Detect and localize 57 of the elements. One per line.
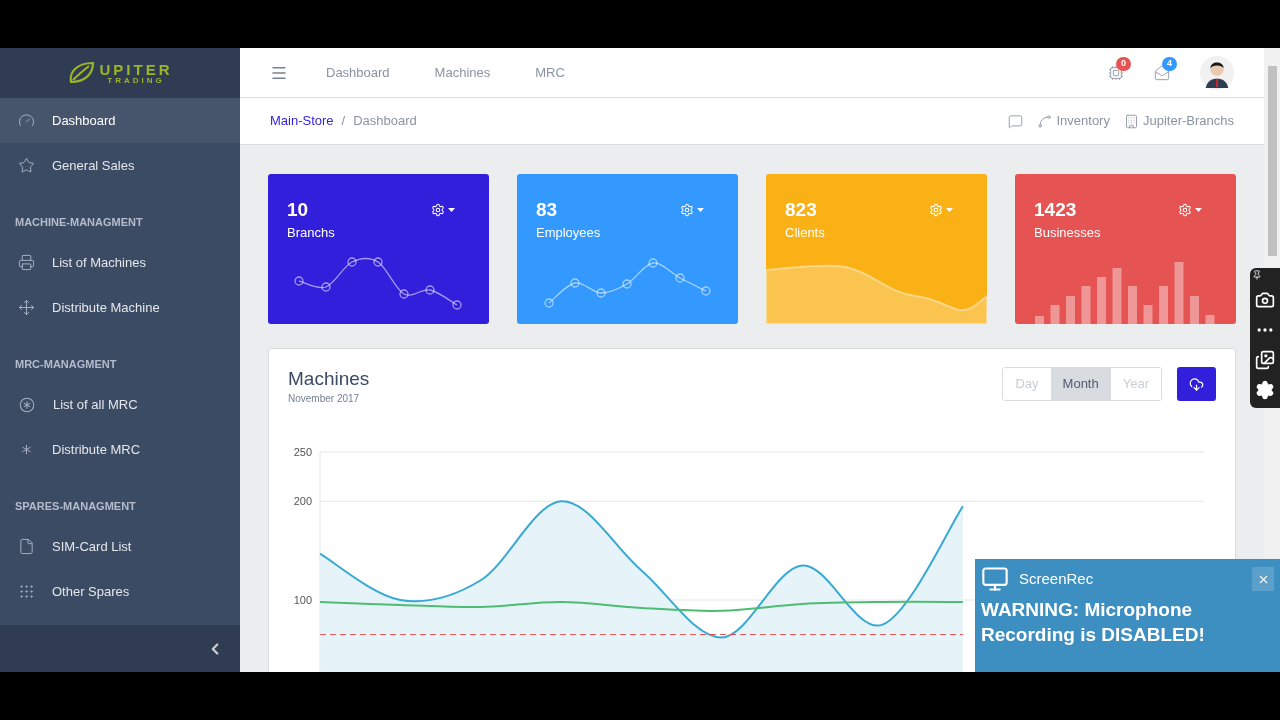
stat-value: 1423: [1034, 198, 1078, 222]
sidebar-item[interactable]: General Sales: [0, 143, 240, 188]
stat-label: Clients: [785, 224, 825, 242]
caret-icon: [448, 208, 455, 212]
avatar[interactable]: [1200, 55, 1234, 90]
logo-text: UPITER: [99, 61, 173, 77]
logo-subtitle: TRADING: [107, 76, 165, 85]
circle-asterisk-icon: [18, 395, 36, 414]
count-badge: 4: [1162, 56, 1177, 71]
caret-icon: [1195, 208, 1202, 212]
breadcrumb-separator: /: [341, 112, 346, 131]
dots-grid-icon: [18, 583, 35, 600]
cloud-download-icon: [1189, 376, 1204, 392]
graph-icon: [1037, 113, 1053, 129]
sidebar-item[interactable]: SIM-Card List: [0, 524, 240, 569]
card-title: Machines: [288, 367, 370, 391]
pin-icon[interactable]: [1252, 270, 1262, 280]
camera-icon[interactable]: [1255, 290, 1275, 310]
sidebar-item[interactable]: Other Spares: [0, 569, 240, 614]
y-tick-label: 200: [293, 495, 312, 508]
close-button[interactable]: [1252, 567, 1274, 591]
stat-label: Businesses: [1034, 224, 1101, 242]
stat-label: Branchs: [287, 224, 335, 242]
section-heading: SPARES-MANAGMENT: [15, 498, 136, 514]
caret-icon: [697, 208, 704, 212]
y-tick-label: 100: [293, 594, 312, 606]
printer-icon: [18, 254, 35, 271]
sidebar-item[interactable]: List of all MRC: [0, 382, 240, 427]
stat-label: Employees: [536, 224, 601, 242]
stat-value: 83: [536, 198, 559, 222]
sidebar-item[interactable]: List of Machines: [0, 240, 240, 285]
card-subtitle: November 2017: [288, 392, 361, 406]
gauge-icon: [18, 112, 35, 129]
monitor-icon: [981, 565, 1009, 593]
building-icon: [1123, 113, 1139, 129]
file-icon: [18, 538, 35, 555]
download-button[interactable]: [1177, 367, 1216, 401]
stat-value: 10: [287, 198, 310, 222]
breadcrumb-link[interactable]: Main-Store: [270, 111, 334, 131]
section-heading: MACHINE-MANAGMENT: [15, 214, 143, 230]
images-icon[interactable]: [1255, 350, 1275, 370]
caret-icon: [946, 208, 953, 212]
count-badge: 0: [1116, 56, 1131, 71]
section-heading: MRC-MANAGMENT: [15, 356, 117, 372]
sidebar-item[interactable]: Distribute MRC: [0, 427, 240, 472]
mail-icon[interactable]: [1154, 64, 1170, 81]
star-icon: [18, 157, 35, 174]
move-arrows-icon: [18, 299, 35, 316]
sidebar-item[interactable]: Dashboard: [0, 98, 240, 143]
warning-message: WARNING: Microphone Recording is DISABLED!: [981, 598, 1206, 647]
sidebar-item[interactable]: Distribute Machine: [0, 285, 240, 330]
breadcrumb-current: Dashboard: [353, 112, 417, 131]
period-tab[interactable]: Month: [1050, 368, 1111, 400]
stat-value: 823: [785, 198, 818, 222]
chip-icon[interactable]: [1108, 64, 1124, 81]
popup-app-name: ScreenRec: [1019, 568, 1094, 589]
y-tick-label: 250: [293, 445, 312, 458]
